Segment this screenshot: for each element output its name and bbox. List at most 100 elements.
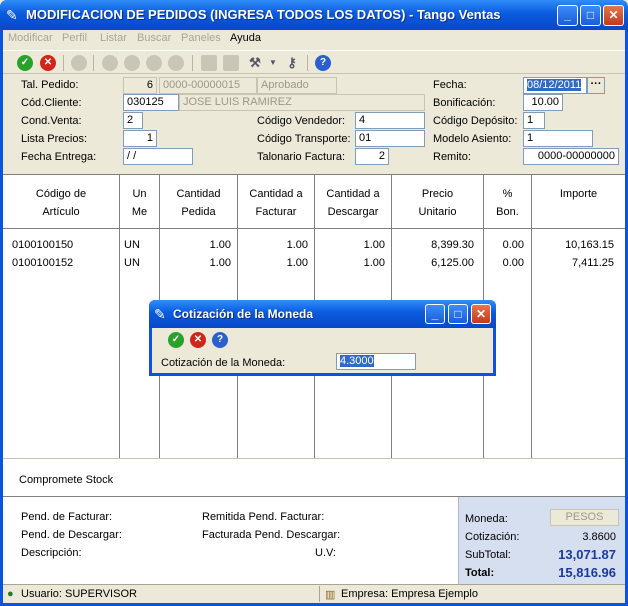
cod-transporte-label: Código Transporte: <box>257 133 351 145</box>
cond-venta-label: Cond.Venta: <box>21 115 82 127</box>
pend-facturar-label: Pend. de Facturar: <box>21 511 113 523</box>
menu-paneles[interactable]: Paneles <box>181 32 221 44</box>
cod-vendedor-field[interactable]: 4 <box>355 112 425 129</box>
search-icon[interactable] <box>168 55 184 71</box>
app-icon: ✎ <box>6 7 18 23</box>
col-header-line1: Cantidad a <box>326 188 380 200</box>
help-icon[interactable]: ? <box>315 55 331 71</box>
lista-precios-label: Lista Precios: <box>21 133 88 145</box>
tools-icon[interactable]: ⚒ <box>247 55 263 71</box>
col-header-codigo[interactable]: Código de Artículo <box>3 175 120 229</box>
remito-field[interactable]: 0000-00000000 <box>523 148 619 165</box>
col-header-importe[interactable]: Importe <box>532 175 625 229</box>
cell-cant-pedida: 1.00 <box>209 239 231 251</box>
modelo-asiento-field[interactable]: 1 <box>523 130 593 147</box>
cell-importe: 7,411.25 <box>571 257 614 269</box>
dialog-close-button[interactable]: ✕ <box>471 304 491 324</box>
col-header-line1: Cantidad a <box>249 188 303 200</box>
cancel-icon[interactable]: ✕ <box>40 55 56 71</box>
fecha-entrega-label: Fecha Entrega: <box>21 151 97 163</box>
fecha-field[interactable]: 08/12/2011 <box>523 77 587 94</box>
fecha-entrega-field[interactable]: / / <box>123 148 193 165</box>
dialog-help-icon[interactable]: ? <box>212 332 228 348</box>
estado-field: Aprobado <box>257 77 337 94</box>
maximize-button[interactable]: □ <box>580 5 601 26</box>
bonificacion-field[interactable]: 10.00 <box>523 94 563 111</box>
talonario-label: Talonario Factura: <box>257 151 346 163</box>
cod-cliente-label: Cód.Cliente: <box>21 97 82 109</box>
compromete-stock-panel: Compromete Stock <box>3 458 625 496</box>
dialog-cotizacion-input[interactable]: 4.3000 <box>336 353 416 370</box>
menu-ayuda[interactable]: Ayuda <box>230 32 261 44</box>
col-header-cant-descargar[interactable]: Cantidad a Descargar <box>315 175 392 229</box>
cell-codigo: 0100100150 <box>12 239 74 251</box>
previous-icon[interactable] <box>102 55 118 71</box>
menu-listar[interactable]: Listar <box>100 32 127 44</box>
tal-pedido-label: Tal. Pedido: <box>21 79 79 91</box>
status-divider <box>319 586 320 602</box>
cotizacion-value: 3.8600 <box>582 531 616 543</box>
col-header-um[interactable]: Un Me <box>120 175 160 229</box>
col-header-precio[interactable]: Precio Unitario <box>392 175 484 229</box>
nro-pedido-field[interactable]: 0000-00000015 <box>159 77 257 94</box>
menu-bar: Modificar Perfil Listar Buscar Paneles A… <box>3 30 625 48</box>
total-value: 15,816.96 <box>558 565 616 580</box>
total-label: Total: <box>465 567 495 579</box>
dialog-accept-icon[interactable]: ✓ <box>168 332 184 348</box>
col-header-cant-facturar[interactable]: Cantidad a Facturar <box>238 175 315 229</box>
menu-modificar[interactable]: Modificar <box>8 32 53 44</box>
last-icon[interactable] <box>146 55 162 71</box>
report-icon[interactable] <box>223 55 239 71</box>
dialog-title-bar: ✎ Cotización de la Moneda _ □ ✕ <box>149 300 496 328</box>
pend-descargar-label: Pend. de Descargar: <box>21 529 122 541</box>
calendar-button[interactable]: ··· <box>587 77 605 94</box>
dropdown-arrow-icon[interactable]: ▼ <box>265 55 281 71</box>
cell-bonif: 0.00 <box>502 239 524 251</box>
dialog-minimize-button[interactable]: _ <box>425 304 445 324</box>
dialog-cancel-icon[interactable]: ✕ <box>190 332 206 348</box>
cell-bonif: 0.00 <box>502 257 524 269</box>
menu-buscar[interactable]: Buscar <box>137 32 171 44</box>
talonario-field[interactable]: 2 <box>355 148 389 165</box>
compromete-stock-label: Compromete Stock <box>19 474 114 486</box>
cell-um: UN <box>124 257 140 269</box>
cell-um: UN <box>124 239 140 251</box>
cod-transporte-field[interactable]: 01 <box>355 130 425 147</box>
cod-deposito-field[interactable]: 1 <box>523 112 545 129</box>
cod-vendedor-label: Código Vendedor: <box>257 115 346 127</box>
bonificacion-label: Bonificación: <box>433 97 496 109</box>
remito-label: Remito: <box>433 151 471 163</box>
accept-icon[interactable]: ✓ <box>17 55 33 71</box>
fecha-label: Fecha: <box>433 79 467 91</box>
col-header-line2: Bon. <box>496 206 519 218</box>
cell-codigo: 0100100152 <box>12 257 74 269</box>
minimize-button[interactable]: _ <box>557 5 578 26</box>
dialog-title: Cotización de la Moneda <box>173 307 314 321</box>
lista-precios-field[interactable]: 1 <box>123 130 157 147</box>
cod-cliente-field[interactable]: 030125 <box>123 94 179 111</box>
tal-pedido-field[interactable]: 6 <box>123 77 157 94</box>
grid-icon[interactable] <box>201 55 217 71</box>
key-icon[interactable]: ⚷ <box>284 55 300 71</box>
cell-cant-facturar: 1.00 <box>286 239 308 251</box>
col-header-line2: Facturar <box>255 206 297 218</box>
cotizacion-label: Cotización: <box>465 531 520 543</box>
user-icon: ● <box>7 588 14 600</box>
building-icon: ▥ <box>325 589 336 601</box>
toolbar-separator <box>63 55 64 71</box>
toolbar: ✓ ✕ ⚒ ▼ ⚷ ? <box>3 50 625 74</box>
col-header-cant-pedida[interactable]: Cantidad Pedida <box>160 175 238 229</box>
cond-venta-field[interactable]: 2 <box>123 112 143 129</box>
menu-perfil[interactable]: Perfil <box>62 32 87 44</box>
dialog-maximize-button[interactable]: □ <box>448 304 468 324</box>
toolbar-separator <box>307 55 308 71</box>
close-button[interactable]: ✕ <box>603 5 624 26</box>
col-header-bonif[interactable]: % Bon. <box>484 175 532 229</box>
col-header-line2: Unitario <box>418 206 457 218</box>
col-header-line2: Pedida <box>181 206 216 218</box>
dialog-body: ✓ ✕ ? Cotización de la Moneda: 4.3000 <box>152 328 493 373</box>
col-header-line1: % <box>502 188 513 200</box>
next-icon[interactable] <box>124 55 140 71</box>
title-bar: ✎ MODIFICACION DE PEDIDOS (INGRESA TODOS… <box>0 0 628 30</box>
first-record-icon[interactable] <box>71 55 87 71</box>
